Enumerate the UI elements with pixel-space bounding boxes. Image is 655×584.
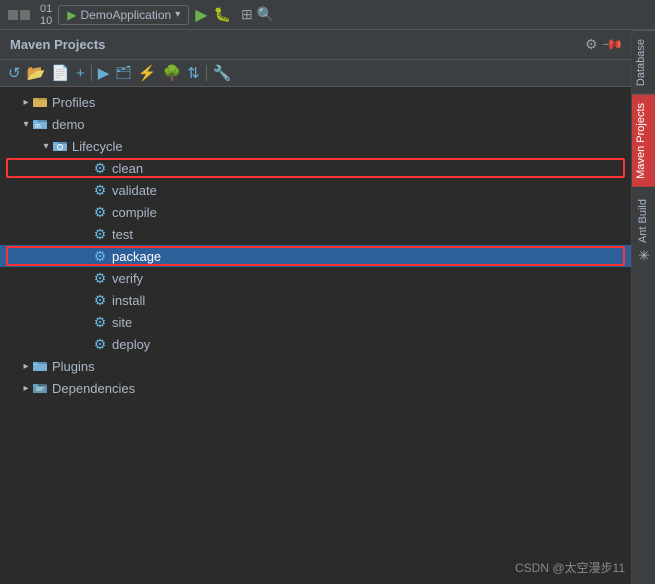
top-icons: ⊞ 🔍 [241, 6, 274, 23]
tree-item-deploy[interactable]: ⚙ deploy [0, 333, 631, 355]
lifecycle-label: Lifecycle [72, 139, 123, 154]
run-button[interactable]: ▶ [195, 5, 207, 25]
lifecycle-arrow [40, 140, 52, 152]
plugins-arrow [20, 360, 32, 372]
settings-icon[interactable]: ⚙ [585, 36, 598, 53]
demo-folder-icon: m [32, 116, 48, 132]
sidebar-tab-database[interactable]: Database [632, 30, 655, 94]
database-label: Database [635, 39, 647, 86]
sidebar-tab-ant[interactable]: ✳ Ant Build [632, 191, 655, 270]
app-icon: ▶ [67, 8, 76, 22]
profiles-label: Profiles [52, 95, 95, 110]
sort-button[interactable]: ⇅ [187, 64, 200, 82]
tree-content: Profiles m demo [0, 87, 631, 584]
sep2 [206, 65, 207, 81]
dependencies-label: Dependencies [52, 381, 135, 396]
run-lifecycle-button[interactable]: ▶ [98, 64, 110, 82]
debug-button[interactable]: 🐛 [214, 6, 231, 23]
refresh-button[interactable]: ↺ [8, 64, 21, 82]
app-name-dropdown[interactable]: ▶ DemoApplication ▾ [58, 5, 189, 25]
sep1 [91, 65, 92, 81]
site-label: site [112, 315, 132, 330]
tree-item-profiles[interactable]: Profiles [0, 91, 631, 113]
new-file-button[interactable]: 📄 [51, 64, 70, 82]
deploy-label: deploy [112, 337, 150, 352]
watermark-text: CSDN @太空漫步11 [515, 561, 625, 575]
tree-item-install[interactable]: ⚙ install [0, 289, 631, 311]
dependencies-folder-icon [32, 380, 48, 396]
install-label: install [112, 293, 145, 308]
package-label: package [112, 249, 161, 264]
tree-item-compile[interactable]: ⚙ compile [0, 201, 631, 223]
demo-label: demo [52, 117, 85, 132]
tree-item-verify[interactable]: ⚙ verify [0, 267, 631, 289]
resolve-button[interactable]: ⚡ [138, 64, 157, 82]
dependencies-arrow [20, 382, 32, 394]
tree-item-validate[interactable]: ⚙ validate [0, 179, 631, 201]
right-sidebar: Database Maven Projects ✳ Ant Build [632, 30, 655, 584]
deploy-gear-icon: ⚙ [92, 336, 108, 352]
ant-icon: ✳ [635, 246, 651, 262]
compile-gear-icon: ⚙ [92, 204, 108, 220]
open-folder-button[interactable]: 📂 [27, 64, 46, 82]
lifecycle-folder-icon [52, 138, 68, 154]
demo-arrow [20, 118, 32, 130]
panel-header: Maven Projects ⚙ 📌 [0, 30, 631, 60]
plugins-folder-icon [32, 358, 48, 374]
site-gear-icon: ⚙ [92, 314, 108, 330]
package-gear-icon: ⚙ [92, 248, 108, 264]
svg-text:m: m [35, 123, 41, 130]
window-controls [8, 10, 30, 20]
tree-item-package[interactable]: ⚙ package [0, 245, 631, 267]
validate-gear-icon: ⚙ [92, 182, 108, 198]
dot-2 [20, 10, 30, 20]
dot-1 [8, 10, 18, 20]
toolbar: ↺ 📂 📄 + ▶ 🗂 ⚡ 🌳 ⇅ 🔧 [0, 60, 631, 87]
install-gear-icon: ⚙ [92, 292, 108, 308]
profiles-folder-icon [32, 94, 48, 110]
ant-label: Ant Build [637, 199, 649, 243]
grid-icon[interactable]: ⊞ [241, 6, 253, 23]
verify-gear-icon: ⚙ [92, 270, 108, 286]
tree-item-demo[interactable]: m demo [0, 113, 631, 135]
panel-header-icons: ⚙ 📌 [585, 36, 621, 53]
main-layout: Maven Projects ⚙ 📌 ↺ 📂 📄 + ▶ 🗂 ⚡ 🌳 ⇅ 🔧 [0, 30, 655, 584]
top-bar: 0110 ▶ DemoApplication ▾ ▶ 🐛 ⊞ 🔍 [0, 0, 655, 30]
pin-icon[interactable]: 📌 [600, 32, 624, 56]
tree-item-site[interactable]: ⚙ site [0, 311, 631, 333]
clean-label: clean [112, 161, 143, 176]
maven-projects-panel: Maven Projects ⚙ 📌 ↺ 📂 📄 + ▶ 🗂 ⚡ 🌳 ⇅ 🔧 [0, 30, 632, 584]
sidebar-tab-maven[interactable]: Maven Projects [632, 94, 655, 187]
tree-item-test[interactable]: ⚙ test [0, 223, 631, 245]
settings-button[interactable]: 🔧 [213, 64, 232, 82]
bit-icon: 0110 [40, 3, 52, 27]
panel-title: Maven Projects [10, 37, 105, 52]
chevron-down-icon: ▾ [175, 9, 180, 20]
clean-gear-icon: ⚙ [92, 160, 108, 176]
compile-label: compile [112, 205, 157, 220]
tree-item-clean[interactable]: ⚙ clean [0, 157, 631, 179]
add-button[interactable]: + [76, 65, 85, 82]
search-icon[interactable]: 🔍 [257, 6, 274, 23]
phases-button[interactable]: 🗂 [115, 65, 132, 81]
tree-item-lifecycle[interactable]: Lifecycle [0, 135, 631, 157]
tree-item-plugins[interactable]: Plugins [0, 355, 631, 377]
app-name-label: DemoApplication [80, 8, 171, 22]
verify-label: verify [112, 271, 143, 286]
profiles-arrow [20, 96, 32, 108]
validate-label: validate [112, 183, 157, 198]
maven-label: Maven Projects [635, 103, 647, 179]
tree-item-dependencies[interactable]: Dependencies [0, 377, 631, 399]
test-gear-icon: ⚙ [92, 226, 108, 242]
plugins-label: Plugins [52, 359, 95, 374]
watermark: CSDN @太空漫步11 [515, 559, 625, 576]
tree-button[interactable]: 🌳 [162, 64, 181, 82]
test-label: test [112, 227, 133, 242]
